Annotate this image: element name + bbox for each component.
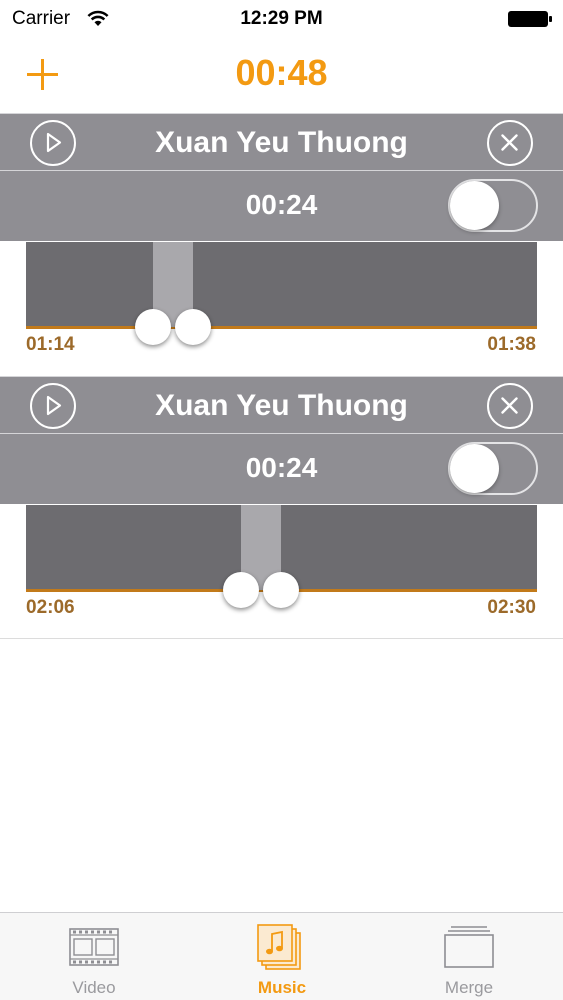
waveform-range[interactable] [26,505,537,608]
track-duration-bar: 00:24 [0,170,563,241]
track-toggle[interactable] [448,442,538,495]
play-button[interactable] [30,120,76,166]
range-end-handle[interactable] [175,309,211,345]
tab-label: Merge [444,978,494,997]
layers-icon [444,926,494,968]
tab-merge[interactable]: Merge [375,913,563,1000]
tab-bar: Video Music Merge [0,912,563,1000]
toggle-knob [450,181,499,230]
nav-bar: 00:48 [0,40,563,112]
track-item: Xuan Yeu Thuong 00:24 01:14 01:38 [0,113,563,376]
range-end-handle[interactable] [263,572,299,608]
range-end-time: 02:30 [487,597,536,618]
track-duration-bar: 00:24 [0,433,563,504]
total-duration: 00:48 [235,52,328,93]
track-toggle[interactable] [448,179,538,232]
track-header: Xuan Yeu Thuong [0,113,563,170]
tab-music[interactable]: Music [188,913,376,1000]
close-icon [501,134,518,151]
play-icon [46,132,62,153]
clock: 12:29 PM [240,8,323,29]
status-bar: Carrier 12:29 PM [0,0,563,40]
divider [0,638,563,639]
range-end-time: 01:38 [487,334,536,355]
track-header: Xuan Yeu Thuong [0,376,563,433]
waveform-range[interactable] [26,242,537,345]
range-start-time: 01:14 [26,334,75,355]
remove-track-button[interactable] [487,383,533,429]
range-start-time: 02:06 [26,597,75,618]
close-icon [501,397,518,414]
toggle-knob [450,444,499,493]
tab-label: Video [72,978,116,997]
range-start-handle[interactable] [135,309,171,345]
battery-icon [508,11,552,27]
tab-video[interactable]: Video [0,913,188,1000]
track-title: Xuan Yeu Thuong [155,126,408,159]
tab-label: Music [257,978,307,997]
track-title: Xuan Yeu Thuong [155,389,408,422]
film-icon [69,928,119,966]
play-icon [46,395,62,416]
music-note-icon [257,924,301,970]
remove-track-button[interactable] [487,120,533,166]
range-start-handle[interactable] [223,572,259,608]
play-button[interactable] [30,383,76,429]
track-item: Xuan Yeu Thuong 00:24 02:06 02:30 [0,376,563,640]
